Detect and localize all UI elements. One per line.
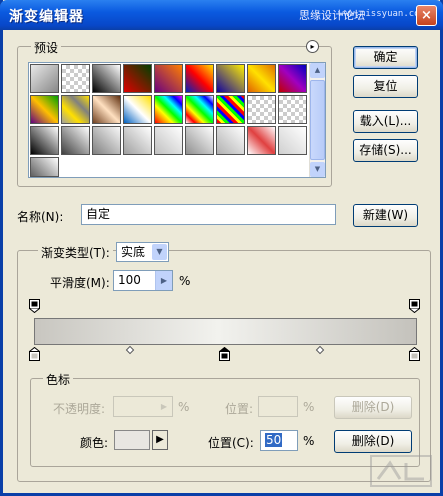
preset-swatch[interactable] [30,126,59,155]
preset-swatch[interactable] [247,126,276,155]
preset-swatch[interactable] [247,95,276,124]
preset-swatch[interactable] [61,95,90,124]
watermark-logo [370,455,432,487]
reset-button[interactable]: 复位 [353,75,418,98]
opacity-position-unit: % [303,400,315,414]
preset-swatch[interactable] [154,126,183,155]
name-label: 名称(N): [17,210,64,224]
gradient-type-select[interactable]: 实底 ▼ [116,242,169,262]
preset-swatch[interactable] [61,126,90,155]
preset-swatch[interactable] [278,95,307,124]
name-input[interactable]: 自定 [81,204,336,225]
preset-swatch[interactable] [30,95,59,124]
preset-swatch[interactable] [216,126,245,155]
scroll-down-icon[interactable]: ▼ [310,162,325,177]
scroll-thumb[interactable] [310,80,325,160]
preset-swatch[interactable] [61,64,90,93]
opacity-label: 不透明度: [53,402,106,416]
preset-swatch[interactable] [185,95,214,124]
smoothness-label: 平滑度(M): [50,276,110,290]
title-bar[interactable]: 渐变编辑器 思缘设计论坛 www.missyuan.com × [0,0,443,30]
preset-swatch[interactable] [216,95,245,124]
preset-swatch[interactable] [92,95,121,124]
preset-swatch[interactable] [216,64,245,93]
opacity-stop-right[interactable] [409,299,420,313]
preset-swatch[interactable] [185,126,214,155]
color-position-unit: % [303,434,315,448]
save-button[interactable]: 存储(S)... [353,139,418,162]
color-stop-right[interactable] [409,347,420,361]
preset-swatch[interactable] [92,64,121,93]
opacity-stop-left[interactable] [29,299,40,313]
close-button[interactable]: × [416,5,437,26]
color-position-input[interactable]: 50 [260,430,298,451]
smoothness-input[interactable]: 100 ▶ [113,270,173,291]
preset-swatch[interactable] [123,64,152,93]
preset-swatch-grid: ▲ ▼ [28,62,326,178]
preset-swatch[interactable] [278,126,307,155]
presets-menu-icon[interactable]: ▸ [306,40,319,53]
scroll-up-icon[interactable]: ▲ [310,63,325,78]
opacity-input: ▶ [113,396,173,417]
color-position-label: 位置(C): [208,436,254,450]
preset-swatch[interactable] [30,157,59,177]
gradient-preview-bar[interactable] [34,318,417,345]
watermark-url: www.missyuan.com [338,9,425,19]
stops-legend: 色标 [43,371,74,388]
delete-color-stop-button[interactable]: 删除(D) [334,430,412,453]
preset-swatch[interactable] [154,64,183,93]
presets-scrollbar[interactable]: ▲ ▼ [309,63,325,177]
opacity-position-input [258,396,298,417]
presets-legend: 预设 [31,39,62,56]
delete-opacity-stop-button: 删除(D) [334,396,412,419]
color-stop-center-selected[interactable] [219,347,230,361]
color-swatch[interactable] [114,430,150,450]
smoothness-unit: % [179,274,191,288]
color-position-value: 50 [265,433,283,447]
smoothness-value: 100 [118,273,141,287]
preset-swatch[interactable] [92,126,121,155]
preset-swatch[interactable] [154,95,183,124]
gradient-editor-window: 渐变编辑器 思缘设计论坛 www.missyuan.com × 预设 ▸ ▲ ▼… [0,0,443,496]
preset-swatch[interactable] [30,64,59,93]
opacity-position-label: 位置: [225,402,254,416]
opacity-arrow-icon: ▶ [155,397,172,416]
opacity-unit: % [178,400,190,414]
color-menu-arrow-icon[interactable]: ▶ [152,430,168,450]
window-title: 渐变编辑器 [9,9,84,25]
preset-swatch[interactable] [185,64,214,93]
preset-swatch[interactable] [123,95,152,124]
color-stop-left[interactable] [29,347,40,361]
smoothness-arrow-icon[interactable]: ▶ [155,271,172,290]
color-label: 颜色: [80,436,109,450]
chevron-down-icon: ▼ [152,244,167,260]
stops-group [30,378,420,467]
load-button[interactable]: 载入(L)... [353,110,418,133]
gradient-type-value: 实底 [121,245,146,259]
preset-swatch[interactable] [247,64,276,93]
gradient-type-label: 渐变类型(T): [38,244,113,261]
ok-button[interactable]: 确定 [353,46,418,69]
new-button[interactable]: 新建(W) [353,204,418,227]
preset-swatch[interactable] [123,126,152,155]
preset-swatch[interactable] [278,64,307,93]
